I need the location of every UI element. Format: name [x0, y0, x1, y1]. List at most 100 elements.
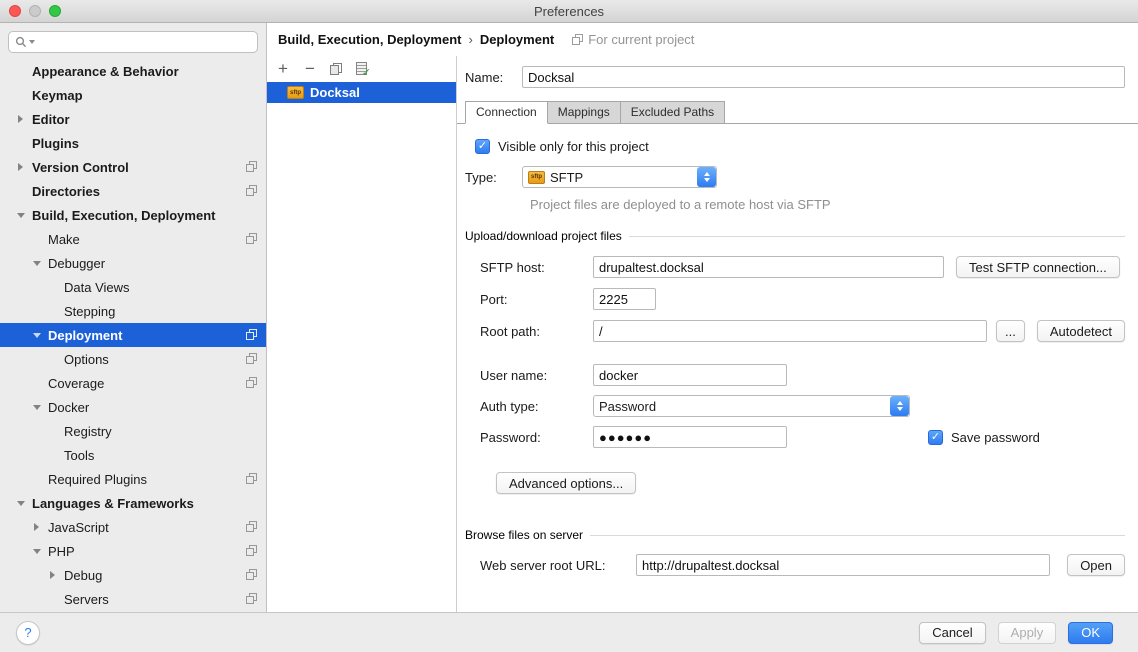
sftp-host-input[interactable] — [593, 256, 944, 278]
sidebar-item-keymap[interactable]: Keymap — [0, 83, 266, 107]
root-path-input[interactable] — [593, 320, 987, 342]
sidebar-item-tools[interactable]: Tools — [0, 443, 266, 467]
chevron-down-icon[interactable] — [33, 549, 41, 554]
type-dropdown[interactable]: sftp SFTP — [522, 166, 717, 188]
open-url-button[interactable]: Open — [1067, 554, 1125, 576]
test-sftp-connection-button[interactable]: Test SFTP connection... — [956, 256, 1120, 278]
sidebar-item-coverage[interactable]: Coverage — [0, 371, 266, 395]
copy-server-button[interactable] — [330, 63, 342, 75]
name-label: Name: — [465, 70, 522, 85]
scope-indicator: For current project — [572, 32, 694, 47]
port-input[interactable] — [593, 288, 656, 310]
visible-only-checkbox[interactable]: ✓ — [475, 139, 490, 154]
save-password-checkbox[interactable]: ✓ — [928, 430, 943, 445]
settings-tree: Appearance & Behavior Keymap Editor Plug… — [0, 56, 266, 612]
password-label: Password: — [480, 430, 593, 445]
current-project-icon — [246, 329, 257, 340]
sidebar-item-deployment[interactable]: Deployment — [0, 323, 266, 347]
chevron-right-icon[interactable] — [34, 523, 39, 531]
sidebar-item-javascript[interactable]: JavaScript — [0, 515, 266, 539]
type-hint: Project files are deployed to a remote h… — [465, 197, 1125, 212]
ok-button[interactable]: OK — [1068, 622, 1113, 644]
tab-connection[interactable]: Connection — [465, 101, 548, 124]
user-name-input[interactable] — [593, 364, 787, 386]
add-server-button[interactable]: + — [276, 61, 290, 77]
sidebar-item-servers[interactable]: Servers — [0, 587, 266, 611]
use-as-default-button[interactable] — [355, 62, 369, 76]
current-project-icon — [246, 353, 257, 364]
sidebar-item-data-views[interactable]: Data Views — [0, 275, 266, 299]
dropdown-stepper-icon[interactable] — [697, 167, 716, 187]
tab-bar: Connection Mappings Excluded Paths — [457, 101, 1138, 124]
close-button[interactable] — [9, 5, 21, 17]
help-button[interactable]: ? — [16, 621, 40, 645]
settings-sidebar: Appearance & Behavior Keymap Editor Plug… — [0, 23, 267, 612]
breadcrumb-page: Deployment — [480, 32, 554, 47]
title-bar: Preferences — [0, 0, 1138, 23]
sidebar-item-plugins[interactable]: Plugins — [0, 131, 266, 155]
name-input[interactable] — [522, 66, 1125, 88]
dialog-footer: ? Cancel Apply OK — [0, 612, 1138, 652]
server-list-panel: + − sftp Docksal — [267, 56, 457, 612]
preferences-window: Preferences Appearance & Behavior Keymap… — [0, 0, 1138, 652]
zoom-button[interactable] — [49, 5, 61, 17]
deployment-form: Name: Connection Mappings Excluded Paths… — [457, 56, 1138, 612]
dropdown-stepper-icon[interactable] — [890, 396, 909, 416]
sidebar-item-directories[interactable]: Directories — [0, 179, 266, 203]
apply-button[interactable]: Apply — [998, 622, 1057, 644]
server-list-toolbar: + − — [267, 56, 456, 82]
tab-excluded-paths[interactable]: Excluded Paths — [620, 101, 725, 123]
autodetect-button[interactable]: Autodetect — [1037, 320, 1125, 342]
server-list-item-docksal[interactable]: sftp Docksal — [267, 82, 456, 103]
auth-type-dropdown[interactable]: Password — [593, 395, 910, 417]
sidebar-item-registry[interactable]: Registry — [0, 419, 266, 443]
sidebar-item-editor[interactable]: Editor — [0, 107, 266, 131]
search-input[interactable] — [40, 35, 251, 50]
current-project-icon — [246, 161, 257, 172]
remove-server-button[interactable]: − — [303, 61, 317, 77]
visible-only-label: Visible only for this project — [498, 139, 649, 154]
advanced-options-button[interactable]: Advanced options... — [496, 472, 636, 494]
chevron-down-icon[interactable] — [33, 333, 41, 338]
user-name-label: User name: — [480, 368, 593, 383]
chevron-right-icon[interactable] — [18, 115, 23, 123]
cancel-button[interactable]: Cancel — [919, 622, 985, 644]
search-icon[interactable] — [15, 36, 27, 48]
chevron-right-icon[interactable] — [18, 163, 23, 171]
breadcrumb-separator: › — [468, 32, 472, 47]
auth-type-label: Auth type: — [480, 399, 593, 414]
tab-mappings[interactable]: Mappings — [547, 101, 621, 123]
browse-root-path-button[interactable]: ... — [996, 320, 1025, 342]
sidebar-item-version-control[interactable]: Version Control — [0, 155, 266, 179]
save-password-label: Save password — [951, 430, 1040, 445]
chevron-down-icon[interactable] — [33, 405, 41, 410]
sftp-host-label: SFTP host: — [480, 260, 593, 275]
settings-search-field[interactable] — [8, 31, 258, 53]
minimize-button[interactable] — [29, 5, 41, 17]
port-label: Port: — [480, 292, 593, 307]
chevron-down-icon[interactable] — [17, 501, 25, 506]
current-project-icon — [246, 545, 257, 556]
sidebar-item-required-plugins[interactable]: Required Plugins — [0, 467, 266, 491]
chevron-right-icon[interactable] — [50, 571, 55, 579]
sidebar-item-options[interactable]: Options — [0, 347, 266, 371]
password-input[interactable] — [593, 426, 787, 448]
breadcrumb-section: Build, Execution, Deployment — [278, 32, 461, 47]
sidebar-item-appearance-behavior[interactable]: Appearance & Behavior — [0, 59, 266, 83]
sidebar-item-languages-frameworks[interactable]: Languages & Frameworks — [0, 491, 266, 515]
current-project-icon — [246, 473, 257, 484]
sidebar-item-debugger[interactable]: Debugger — [0, 251, 266, 275]
chevron-down-icon[interactable] — [33, 261, 41, 266]
sidebar-item-php[interactable]: PHP — [0, 539, 266, 563]
sftp-type-icon: sftp — [528, 171, 545, 184]
sidebar-item-docker[interactable]: Docker — [0, 395, 266, 419]
sidebar-item-stepping[interactable]: Stepping — [0, 299, 266, 323]
sidebar-item-debug[interactable]: Debug — [0, 563, 266, 587]
scope-label: For current project — [588, 32, 694, 47]
web-root-input[interactable] — [636, 554, 1050, 576]
search-options-caret-icon[interactable] — [29, 40, 35, 44]
sidebar-item-make[interactable]: Make — [0, 227, 266, 251]
sidebar-item-build-execution-deployment[interactable]: Build, Execution, Deployment — [0, 203, 266, 227]
chevron-down-icon[interactable] — [17, 213, 25, 218]
server-name: Docksal — [310, 85, 360, 100]
